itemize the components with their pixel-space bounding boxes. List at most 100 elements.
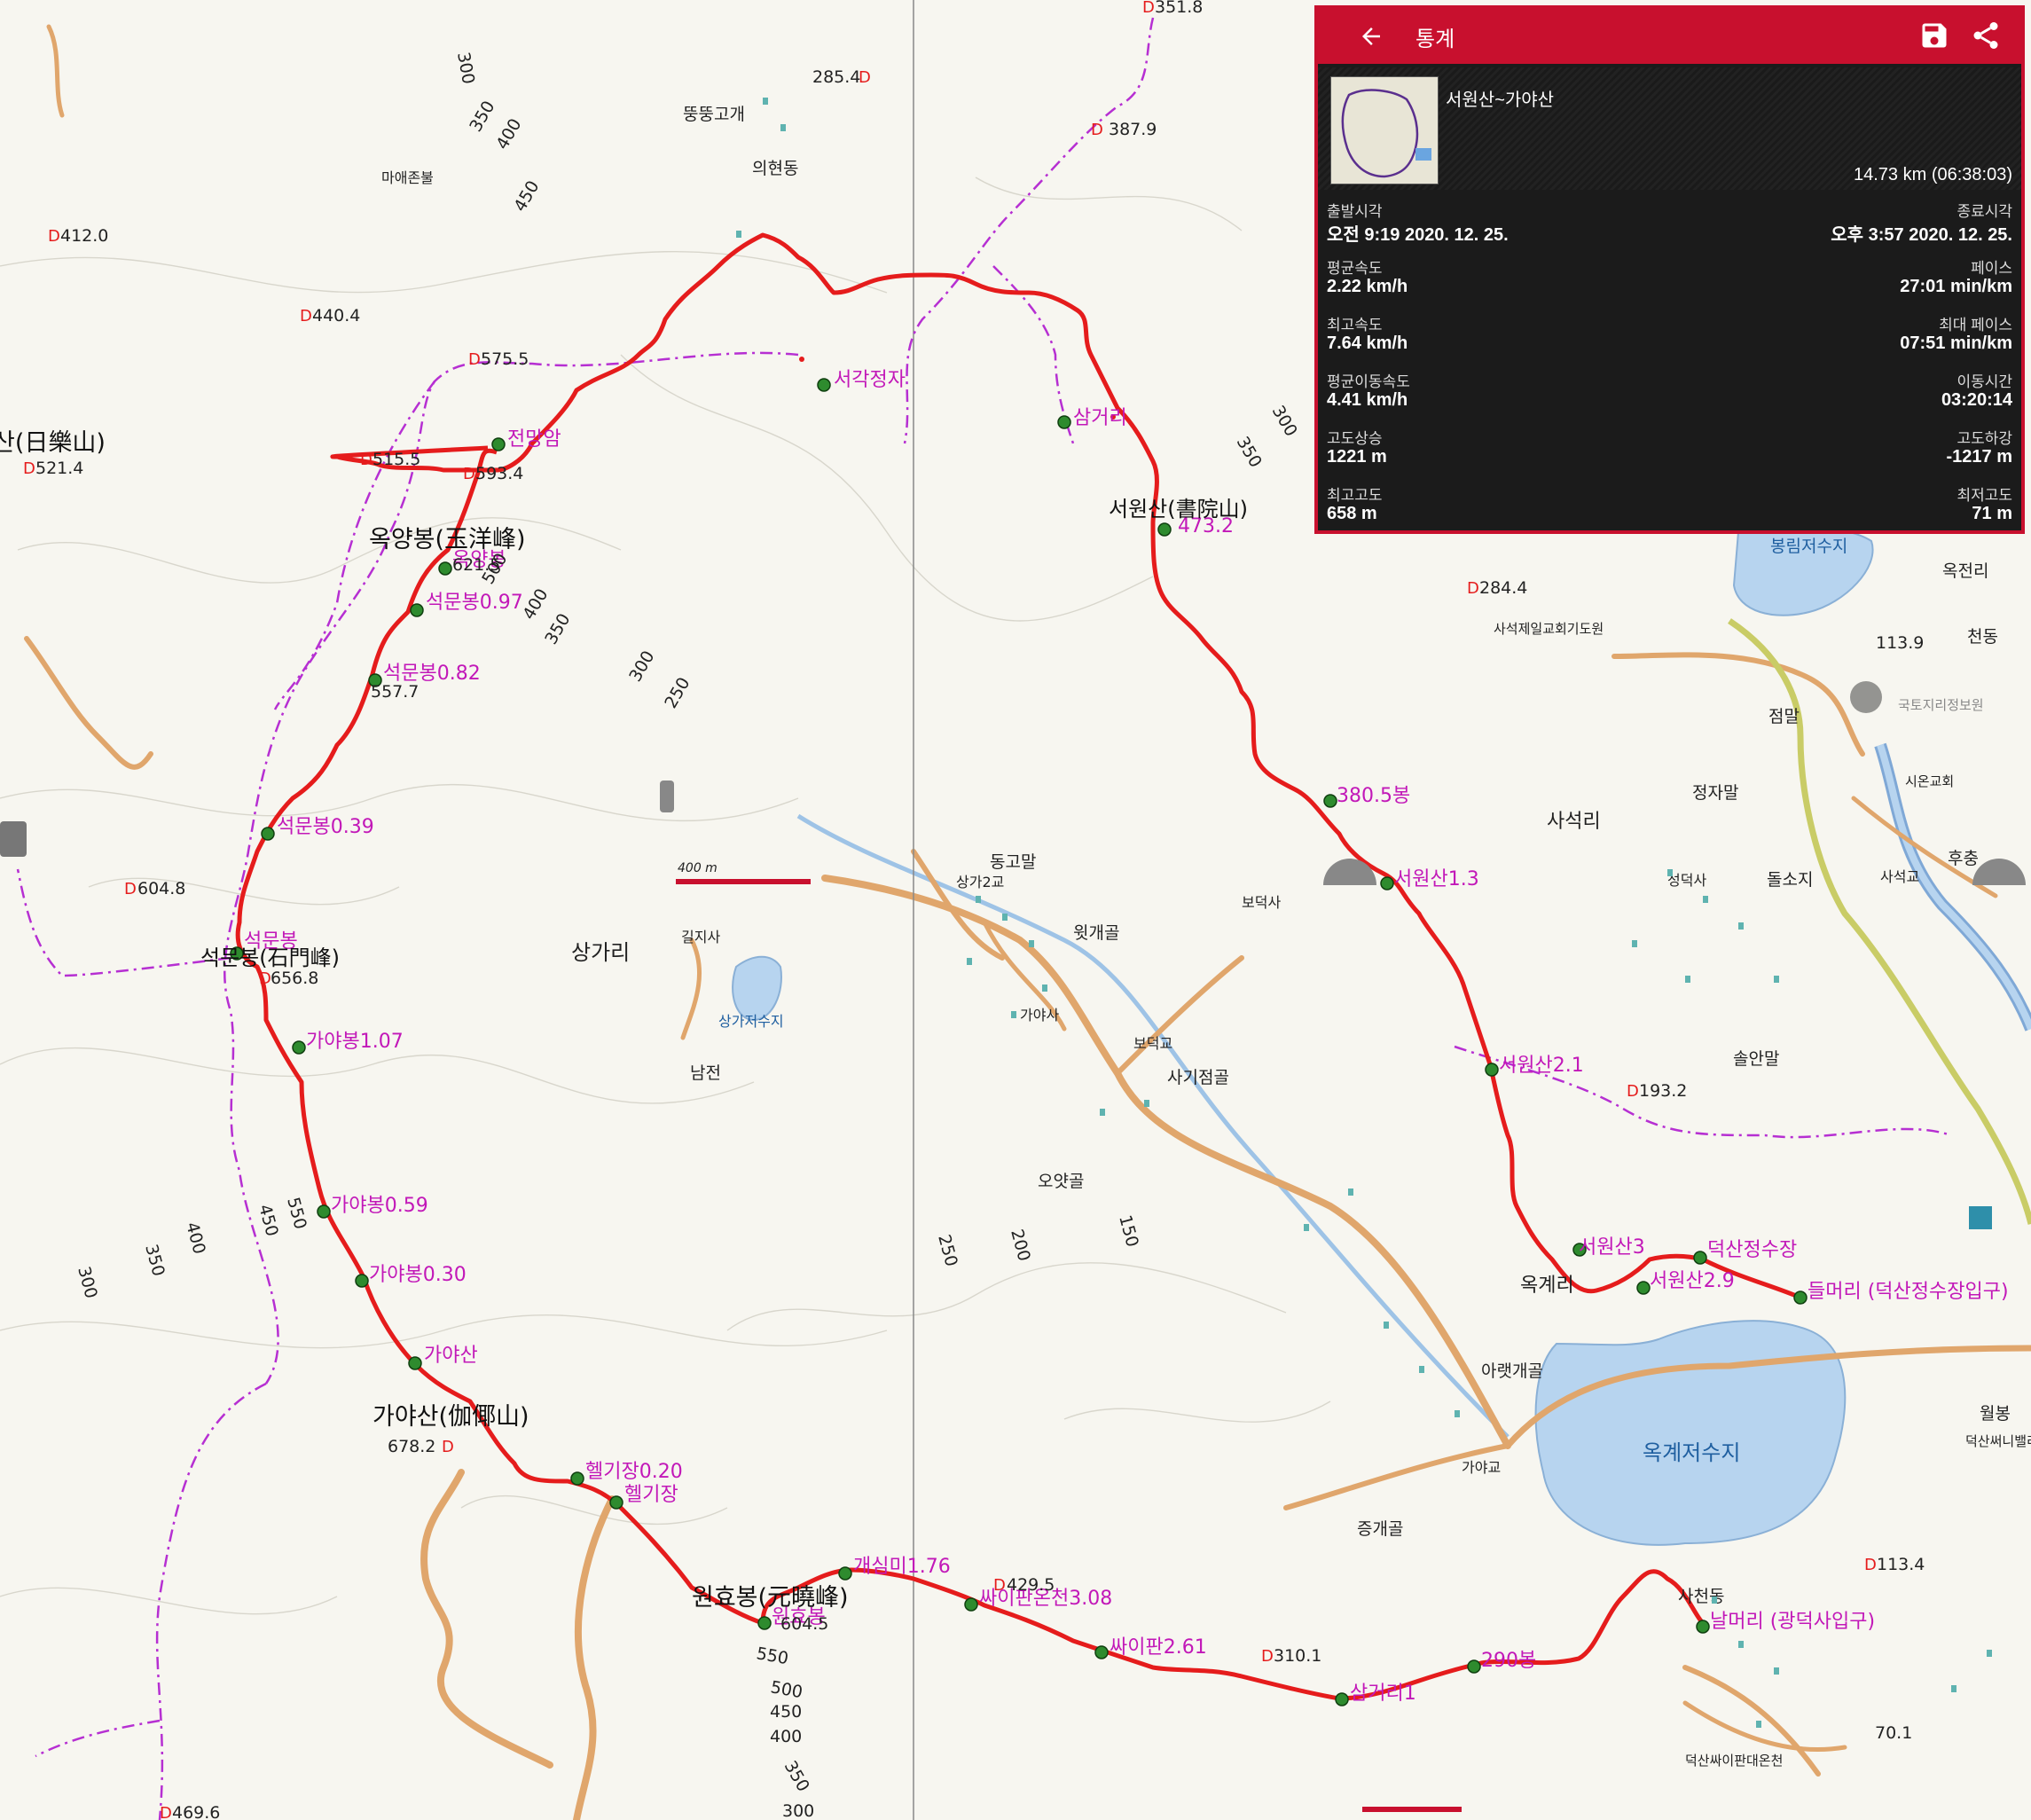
stat-label: 최저고도	[1957, 487, 2012, 504]
scale-label: 400 m	[678, 861, 718, 875]
svg-text:시온교회: 시온교회	[1905, 773, 1954, 789]
svg-text:70.1: 70.1	[1875, 1723, 1912, 1743]
svg-text:604.5: 604.5	[780, 1614, 828, 1634]
waypoint-seowonsan	[1157, 522, 1172, 537]
svg-text:D: D	[463, 465, 475, 483]
svg-text:사석리: 사석리	[1547, 811, 1601, 833]
location-marker-icon	[1972, 859, 2026, 885]
stats-title: 통계	[1415, 27, 1455, 51]
svg-text:550: 550	[755, 1643, 790, 1668]
wp-label: 삼거리	[1073, 407, 1127, 429]
svg-text:200: 200	[1007, 1228, 1034, 1264]
svg-text:350: 350	[466, 98, 498, 135]
svg-text:113.4: 113.4	[1877, 1555, 1925, 1574]
stat-label: 평균이동속도	[1327, 373, 1410, 390]
wp-label: 싸이판2.61	[1110, 1636, 1207, 1659]
svg-text:400: 400	[492, 115, 525, 153]
stat-label: 페이스	[1971, 260, 2012, 277]
waypoint-end	[1696, 1620, 1710, 1634]
svg-text:515.5: 515.5	[372, 450, 420, 469]
wp-label: 헬기장	[624, 1484, 678, 1506]
svg-text:557.7: 557.7	[371, 682, 419, 702]
track-summary: 14.73 km (06:38:03)	[1854, 165, 2012, 184]
wp-label: 가야봉0.30	[369, 1264, 467, 1286]
svg-text:D: D	[442, 1438, 454, 1456]
svg-text:412.0: 412.0	[60, 226, 108, 246]
wp-label: 서원산2.9	[1650, 1270, 1735, 1292]
svg-text:D: D	[360, 451, 372, 469]
wp-label: 서원산1.3	[1394, 868, 1479, 890]
waypoint-0-30	[355, 1274, 369, 1288]
svg-text:보덕교: 보덕교	[1133, 1035, 1172, 1052]
back-button[interactable]	[1353, 19, 1389, 54]
svg-text:250: 250	[661, 674, 694, 711]
stat-label: 고도하강	[1957, 430, 2012, 447]
waypoint-gayasan	[408, 1356, 422, 1370]
waypoint-1-07	[292, 1040, 306, 1055]
track-card[interactable]: 서원산~가야산 14.73 km (06:38:03)	[1318, 67, 2021, 190]
svg-text:D: D	[993, 1576, 1006, 1595]
wp-label: 전망암	[507, 428, 561, 451]
svg-text:점말: 점말	[1768, 707, 1800, 726]
contour-lines	[0, 177, 1331, 1615]
stat-value: -1217 m	[1946, 447, 2013, 467]
svg-text:덕산싸이판대온천: 덕산싸이판대온천	[1685, 1753, 1783, 1769]
svg-text:D: D	[300, 307, 312, 326]
svg-text:사석교: 사석교	[1880, 868, 1919, 885]
svg-text:113.9: 113.9	[1876, 633, 1924, 653]
svg-text:상가저수지: 상가저수지	[718, 1013, 784, 1030]
okgye-reservoir	[1534, 1320, 1847, 1546]
svg-text:604.8: 604.8	[137, 879, 185, 898]
save-button[interactable]	[1918, 20, 1950, 51]
svg-text:D: D	[23, 459, 35, 478]
stat-value: 658 m	[1327, 504, 1377, 523]
svg-text:D: D	[1864, 1556, 1877, 1574]
svg-text:400: 400	[182, 1220, 209, 1257]
track-thumbnail	[1330, 76, 1439, 184]
svg-text:뚱뚱고개: 뚱뚱고개	[683, 105, 745, 124]
stat-value: 4.41 km/h	[1327, 390, 1408, 410]
layer-button[interactable]	[0, 821, 27, 857]
wp-label: 개심미1.76	[853, 1556, 951, 1578]
wp-label: 삼거리1	[1350, 1683, 1416, 1705]
svg-text:400: 400	[770, 1727, 802, 1746]
stats-header: 통계	[1318, 9, 2021, 64]
svg-text:아랫개골: 아랫개골	[1481, 1361, 1543, 1381]
svg-text:D: D	[1261, 1647, 1274, 1666]
share-button[interactable]	[1970, 20, 2002, 51]
waypoint-heli	[609, 1495, 623, 1510]
waypoint-1-3	[1380, 876, 1394, 890]
wp-label: 덕산정수장	[1707, 1239, 1797, 1261]
svg-text:351.8: 351.8	[1155, 0, 1203, 17]
svg-text:봉림저수지: 봉림저수지	[1770, 537, 1847, 556]
water-bodies	[732, 525, 2031, 1546]
svg-text:310.1: 310.1	[1274, 1646, 1321, 1666]
svg-text:300: 300	[782, 1801, 814, 1820]
stat-label: 고도상승	[1327, 430, 1383, 447]
svg-text:450: 450	[770, 1702, 802, 1722]
svg-text:D: D	[259, 969, 271, 988]
svg-text:450: 450	[255, 1203, 282, 1239]
ngii-logo-icon	[1850, 681, 1882, 713]
svg-text:의현동: 의현동	[752, 159, 798, 178]
wp-label: 헬기장0.20	[585, 1461, 683, 1483]
stat-value: 오전 9:19 2020. 12. 25.	[1327, 225, 1509, 245]
stats-row-altitude: 최고고도 658 m 최저고도 71 m	[1318, 479, 2021, 534]
stat-value: 07:51 min/km	[1900, 333, 2012, 353]
waypoint-290	[1467, 1659, 1481, 1674]
svg-text:옥전리: 옥전리	[1942, 561, 1988, 581]
svg-text:윗개골: 윗개골	[1073, 923, 1119, 943]
stat-value: 1221 m	[1327, 447, 1387, 467]
wp-label: 들머리 (덕산정수장입구)	[1808, 1281, 2009, 1303]
svg-text:429.5: 429.5	[1007, 1575, 1055, 1595]
statistics-panel: 통계 서원산~가야산 14.73 km (06:38:03) 출발시각 오전 9…	[1314, 5, 2025, 534]
svg-text:D: D	[1467, 579, 1479, 598]
peak-label: 산(日樂山)	[0, 429, 106, 457]
peak-label: 석문봉(石門峰)	[200, 945, 340, 970]
map-handle[interactable]	[660, 781, 674, 812]
wp-label: 290봉	[1481, 1650, 1536, 1672]
wp-label: 가야산	[424, 1345, 478, 1367]
stat-value: 03:20:14	[1941, 390, 2012, 410]
svg-text:500: 500	[769, 1677, 804, 1702]
waypoint-deoksan	[1693, 1251, 1707, 1265]
